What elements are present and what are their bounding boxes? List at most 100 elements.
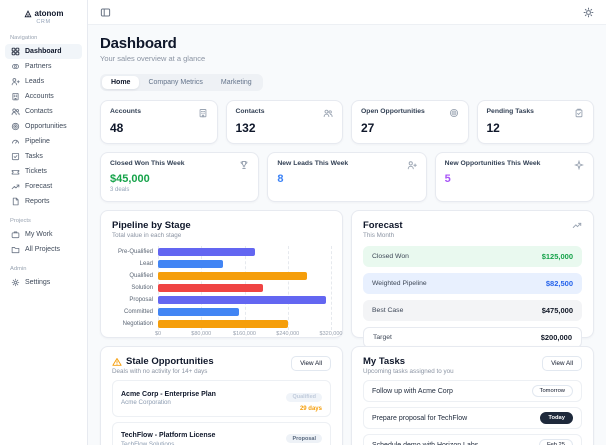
sidebar-item-settings[interactable]: Settings	[5, 275, 82, 290]
task-name: Follow up with Acme Corp	[372, 387, 453, 395]
card-new-opportunities-this-week: New Opportunities This Week 5	[434, 152, 594, 202]
forecast-card: Forecast This Month Closed Won $125,000 …	[351, 210, 594, 348]
kpi-value: 12	[486, 121, 500, 135]
sidebar-item-opportunities[interactable]: Opportunities	[5, 119, 82, 134]
file-icon	[12, 197, 19, 206]
sidebar-item-all-projects[interactable]: All Projects	[5, 242, 82, 257]
kpi-label: Accounts	[110, 108, 141, 115]
bar-chart: Pre-Qualified Lead Qualified Solution Pr…	[112, 246, 332, 330]
users-icon	[11, 108, 20, 116]
tab-marketing[interactable]: Marketing	[212, 76, 261, 89]
page-title: Dashboard	[100, 35, 177, 52]
bar-committed	[158, 307, 240, 317]
y-tick-label: Pre-Qualified	[117, 249, 153, 255]
sidebar-item-tasks[interactable]: Tasks	[5, 149, 82, 164]
building-icon	[199, 109, 206, 118]
stale-view-all-button[interactable]: View All	[291, 356, 331, 371]
sidebar-item-accounts[interactable]: Accounts	[5, 89, 82, 104]
sidebar-item-partners[interactable]: Partners	[5, 59, 82, 74]
trend-icon	[572, 222, 582, 228]
x-tick-label: $80,000	[191, 331, 212, 337]
weekly-row: Closed Won This Week $45,000 3 deals New…	[100, 152, 594, 202]
chart-y-axis-labels: Pre-Qualified Lead Qualified Solution Pr…	[112, 246, 158, 330]
tab-home[interactable]: Home	[102, 76, 140, 89]
card-label: New Leads This Week	[277, 160, 349, 167]
nav-section-label: Navigation	[10, 35, 38, 41]
bar-pre-qualified	[158, 247, 256, 257]
check-square-icon	[11, 152, 20, 161]
stale-opportunity-row[interactable]: TechFlow - Platform License TechFlow Sol…	[112, 421, 331, 445]
bar-negotiation	[158, 319, 288, 329]
user-plus-icon	[407, 161, 417, 170]
sidebar-item-label: Forecast	[25, 183, 53, 190]
stale-opportunity-row[interactable]: Acme Corp - Enterprise Plan Acme Corpora…	[112, 380, 331, 417]
target-icon	[11, 122, 20, 131]
users-icon	[323, 109, 333, 118]
sidebar-item-label: Accounts	[25, 93, 54, 100]
chart-title: Pipeline by Stage	[112, 220, 191, 231]
tasks-title: My Tasks	[363, 356, 406, 367]
bar-lead	[158, 259, 223, 269]
forecast-row-value: $200,000	[540, 333, 572, 342]
gridline	[331, 246, 332, 330]
stage-badge: Proposal	[286, 434, 322, 443]
sidebar-item-leads[interactable]: Leads	[5, 74, 82, 89]
task-row[interactable]: Follow up with Acme Corp Tomorrow	[363, 380, 582, 402]
dashboard-content: Dashboard Your sales overview at a glanc…	[88, 25, 606, 445]
sparkles-icon	[574, 160, 584, 170]
bar-qualified	[158, 271, 307, 281]
x-tick-label: $0	[154, 331, 162, 337]
sidebar-item-label: Contacts	[25, 108, 53, 115]
stale-title: Stale Opportunities	[126, 356, 214, 367]
kpi-card-accounts: Accounts 48	[100, 100, 218, 144]
chart-plot-area	[158, 246, 332, 330]
sidebar-item-label: Pipeline	[25, 138, 50, 145]
task-row[interactable]: Schedule demo with Horizon Labs Feb 25	[363, 434, 582, 445]
card-subtext	[277, 187, 416, 194]
stage-badge: Qualified	[286, 392, 322, 402]
kpi-row: Accounts 48 Contacts 132 Open Opportunit…	[100, 100, 594, 144]
kpi-card-pending-tasks: Pending Tasks 12	[476, 100, 594, 144]
due-badge: Today	[540, 412, 573, 424]
card-label: Closed Won This Week	[110, 160, 185, 167]
ticket-icon	[11, 169, 20, 175]
target-icon	[449, 108, 458, 118]
sidebar-item-contacts[interactable]: Contacts	[5, 104, 82, 119]
topbar	[88, 0, 606, 25]
forecast-rows: Closed Won $125,000 Weighted Pipeline $8…	[363, 246, 582, 348]
kpi-value: 48	[110, 121, 124, 135]
tab-company-metrics[interactable]: Company Metrics	[139, 76, 211, 89]
sidebar-toggle-button[interactable]	[98, 5, 113, 20]
lists-row: Stale Opportunities Deals with no activi…	[100, 346, 594, 445]
tasks-view-all-button[interactable]: View All	[542, 356, 582, 371]
sidebar-item-my-work[interactable]: My Work	[5, 227, 82, 242]
opportunity-company: Acme Corporation	[121, 399, 171, 406]
sidebar-item-tickets[interactable]: Tickets	[5, 164, 82, 179]
due-badge: Tomorrow	[531, 385, 573, 397]
bar-proposal	[158, 295, 326, 305]
card-value: 5	[444, 173, 451, 185]
y-tick-label: Negotiation	[122, 321, 153, 327]
card-value: $45,000	[110, 173, 150, 185]
sidebar-item-pipeline[interactable]: Pipeline	[5, 134, 82, 149]
sidebar-item-forecast[interactable]: Forecast	[5, 179, 82, 194]
forecast-row-value: $82,500	[545, 279, 573, 288]
card-new-leads-this-week: New Leads This Week 8	[267, 152, 427, 202]
sidebar-item-label: My Work	[25, 231, 53, 238]
kpi-value: 27	[361, 121, 375, 135]
forecast-row-weighted-pipeline: Weighted Pipeline $82,500	[363, 273, 582, 294]
card-closed-won-this-week: Closed Won This Week $45,000 3 deals	[100, 152, 260, 202]
opportunity-name: TechFlow - Platform License	[121, 432, 216, 439]
tasks-subtitle: Upcoming tasks assigned to you	[363, 368, 454, 375]
gear-icon	[11, 278, 20, 287]
sidebar-item-label: Reports	[25, 198, 50, 205]
clipboard-check-icon	[575, 108, 583, 118]
stale-subtitle: Deals with no activity for 14+ days	[112, 368, 208, 375]
bar-solution	[158, 283, 264, 293]
sidebar-item-dashboard[interactable]: Dashboard	[5, 44, 82, 59]
task-row[interactable]: Prepare proposal for TechFlow Today	[363, 407, 582, 429]
theme-toggle-button[interactable]	[581, 5, 596, 20]
sidebar-item-label: All Projects	[25, 246, 61, 253]
sidebar-item-reports[interactable]: Reports	[5, 194, 82, 209]
forecast-row-label: Target	[373, 334, 392, 341]
